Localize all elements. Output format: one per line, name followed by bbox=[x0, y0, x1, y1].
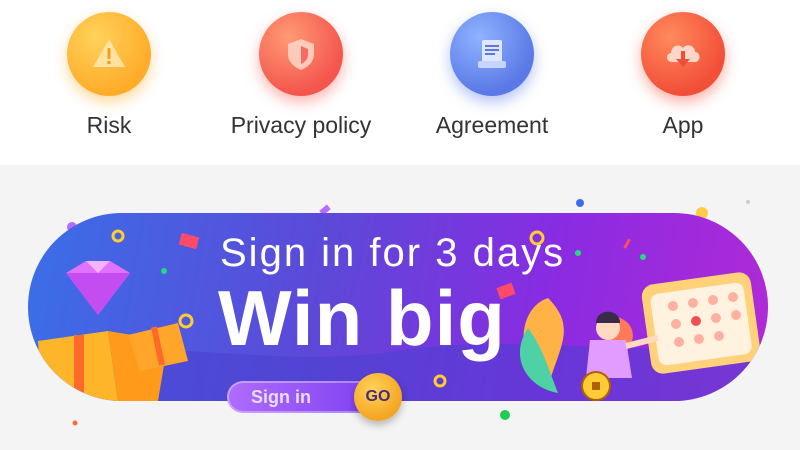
warning-icon bbox=[93, 39, 125, 67]
nav-item-privacy-policy[interactable]: Privacy policy bbox=[206, 12, 396, 152]
sign-in-promo-banner[interactable]: Sign in for 3 days Win big Sign in GO bbox=[28, 213, 768, 421]
sign-in-label: Sign in bbox=[251, 387, 311, 407]
nav-label-app: App bbox=[662, 112, 704, 138]
agreement-icon-circle bbox=[450, 12, 534, 96]
nav-label-privacy-policy: Privacy policy bbox=[230, 112, 372, 138]
go-button[interactable]: GO bbox=[354, 373, 402, 421]
promo-subheadline: Win big bbox=[218, 274, 506, 362]
promo-section: Sign in for 3 days Win big Sign in GO bbox=[0, 165, 800, 450]
risk-icon-circle bbox=[67, 12, 151, 96]
nav-item-agreement[interactable]: Agreement bbox=[397, 12, 587, 152]
promo-headline: Sign in for 3 days bbox=[220, 231, 566, 275]
quick-links-row: Risk Privacy policy Agreement App bbox=[0, 0, 800, 165]
shield-icon bbox=[288, 39, 314, 70]
gift-box-illustration bbox=[38, 261, 188, 401]
privacy-icon-circle bbox=[259, 12, 343, 96]
document-icon bbox=[478, 40, 506, 68]
app-icon-circle bbox=[641, 12, 725, 96]
nav-item-risk[interactable]: Risk bbox=[14, 12, 204, 152]
cloud-download-icon bbox=[666, 45, 700, 67]
nav-item-app[interactable]: App bbox=[588, 12, 778, 152]
calendar-character-illustration bbox=[519, 272, 761, 401]
nav-label-agreement: Agreement bbox=[435, 112, 549, 138]
nav-label-risk: Risk bbox=[86, 112, 132, 138]
